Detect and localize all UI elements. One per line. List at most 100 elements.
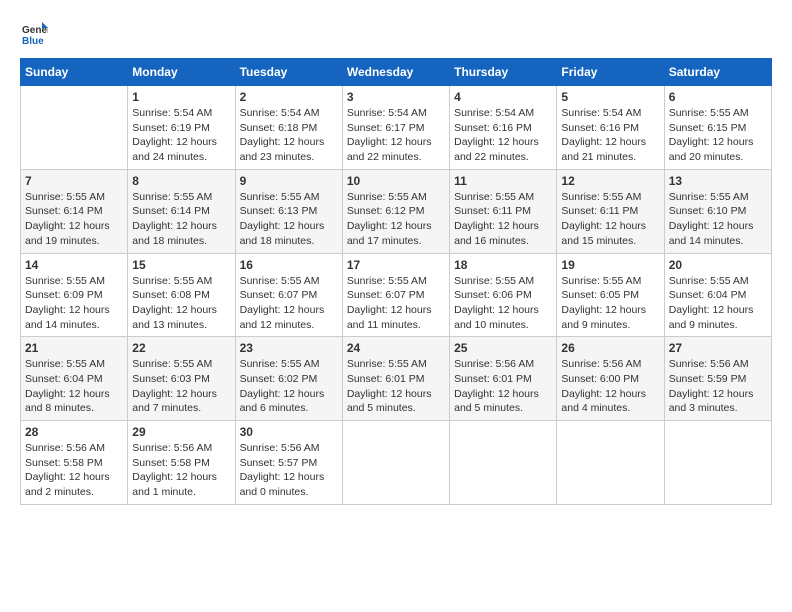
day-info: Sunrise: 5:55 AMSunset: 6:13 PMDaylight:… bbox=[240, 190, 338, 249]
calendar-cell: 27 Sunrise: 5:56 AMSunset: 5:59 PMDayligh… bbox=[664, 337, 771, 421]
day-info: Sunrise: 5:55 AMSunset: 6:12 PMDaylight:… bbox=[347, 190, 445, 249]
day-info: Sunrise: 5:54 AMSunset: 6:17 PMDaylight:… bbox=[347, 106, 445, 165]
day-info: Sunrise: 5:55 AMSunset: 6:02 PMDaylight:… bbox=[240, 357, 338, 416]
calendar-cell: 5 Sunrise: 5:54 AMSunset: 6:16 PMDaylight… bbox=[557, 86, 664, 170]
calendar-cell: 23 Sunrise: 5:55 AMSunset: 6:02 PMDayligh… bbox=[235, 337, 342, 421]
calendar-cell: 22 Sunrise: 5:55 AMSunset: 6:03 PMDayligh… bbox=[128, 337, 235, 421]
day-number: 12 bbox=[561, 174, 659, 188]
day-number: 3 bbox=[347, 90, 445, 104]
calendar-cell: 6 Sunrise: 5:55 AMSunset: 6:15 PMDaylight… bbox=[664, 86, 771, 170]
calendar-cell: 15 Sunrise: 5:55 AMSunset: 6:08 PMDayligh… bbox=[128, 253, 235, 337]
calendar-cell: 12 Sunrise: 5:55 AMSunset: 6:11 PMDayligh… bbox=[557, 169, 664, 253]
calendar-cell: 9 Sunrise: 5:55 AMSunset: 6:13 PMDaylight… bbox=[235, 169, 342, 253]
day-info: Sunrise: 5:55 AMSunset: 6:15 PMDaylight:… bbox=[669, 106, 767, 165]
calendar-cell bbox=[664, 421, 771, 505]
day-number: 18 bbox=[454, 258, 552, 272]
calendar-cell bbox=[21, 86, 128, 170]
day-number: 9 bbox=[240, 174, 338, 188]
day-number: 17 bbox=[347, 258, 445, 272]
day-info: Sunrise: 5:55 AMSunset: 6:05 PMDaylight:… bbox=[561, 274, 659, 333]
day-number: 1 bbox=[132, 90, 230, 104]
dow-header: Saturday bbox=[664, 59, 771, 86]
day-number: 27 bbox=[669, 341, 767, 355]
calendar-cell: 13 Sunrise: 5:55 AMSunset: 6:10 PMDayligh… bbox=[664, 169, 771, 253]
calendar-cell: 18 Sunrise: 5:55 AMSunset: 6:06 PMDayligh… bbox=[450, 253, 557, 337]
calendar-cell: 21 Sunrise: 5:55 AMSunset: 6:04 PMDayligh… bbox=[21, 337, 128, 421]
day-info: Sunrise: 5:56 AMSunset: 5:57 PMDaylight:… bbox=[240, 441, 338, 500]
day-number: 13 bbox=[669, 174, 767, 188]
day-info: Sunrise: 5:56 AMSunset: 6:00 PMDaylight:… bbox=[561, 357, 659, 416]
day-number: 2 bbox=[240, 90, 338, 104]
day-number: 7 bbox=[25, 174, 123, 188]
day-number: 20 bbox=[669, 258, 767, 272]
dow-header: Friday bbox=[557, 59, 664, 86]
calendar-cell: 29 Sunrise: 5:56 AMSunset: 5:58 PMDayligh… bbox=[128, 421, 235, 505]
day-info: Sunrise: 5:55 AMSunset: 6:14 PMDaylight:… bbox=[132, 190, 230, 249]
day-number: 25 bbox=[454, 341, 552, 355]
day-info: Sunrise: 5:55 AMSunset: 6:14 PMDaylight:… bbox=[25, 190, 123, 249]
day-number: 28 bbox=[25, 425, 123, 439]
day-info: Sunrise: 5:55 AMSunset: 6:03 PMDaylight:… bbox=[132, 357, 230, 416]
dow-header: Thursday bbox=[450, 59, 557, 86]
day-info: Sunrise: 5:55 AMSunset: 6:06 PMDaylight:… bbox=[454, 274, 552, 333]
calendar-cell: 16 Sunrise: 5:55 AMSunset: 6:07 PMDayligh… bbox=[235, 253, 342, 337]
day-info: Sunrise: 5:54 AMSunset: 6:16 PMDaylight:… bbox=[561, 106, 659, 165]
day-number: 5 bbox=[561, 90, 659, 104]
calendar-cell: 30 Sunrise: 5:56 AMSunset: 5:57 PMDayligh… bbox=[235, 421, 342, 505]
day-number: 15 bbox=[132, 258, 230, 272]
day-number: 6 bbox=[669, 90, 767, 104]
day-number: 16 bbox=[240, 258, 338, 272]
day-number: 8 bbox=[132, 174, 230, 188]
calendar-cell: 11 Sunrise: 5:55 AMSunset: 6:11 PMDayligh… bbox=[450, 169, 557, 253]
calendar-body: 1 Sunrise: 5:54 AMSunset: 6:19 PMDaylight… bbox=[21, 86, 772, 505]
day-info: Sunrise: 5:55 AMSunset: 6:11 PMDaylight:… bbox=[454, 190, 552, 249]
day-number: 22 bbox=[132, 341, 230, 355]
day-number: 29 bbox=[132, 425, 230, 439]
calendar-cell: 1 Sunrise: 5:54 AMSunset: 6:19 PMDaylight… bbox=[128, 86, 235, 170]
day-number: 26 bbox=[561, 341, 659, 355]
calendar-cell: 10Sunrise: 5:55 AMSunset: 6:12 PMDayligh… bbox=[342, 169, 449, 253]
calendar-header: SundayMondayTuesdayWednesdayThursdayFrid… bbox=[21, 59, 772, 86]
day-number: 24 bbox=[347, 341, 445, 355]
day-number: 30 bbox=[240, 425, 338, 439]
calendar-cell: 17 Sunrise: 5:55 AMSunset: 6:07 PMDayligh… bbox=[342, 253, 449, 337]
calendar-cell bbox=[450, 421, 557, 505]
day-info: Sunrise: 5:55 AMSunset: 6:04 PMDaylight:… bbox=[25, 357, 123, 416]
dow-header: Wednesday bbox=[342, 59, 449, 86]
logo: General Blue bbox=[20, 20, 52, 48]
day-info: Sunrise: 5:55 AMSunset: 6:07 PMDaylight:… bbox=[240, 274, 338, 333]
day-number: 21 bbox=[25, 341, 123, 355]
day-info: Sunrise: 5:56 AMSunset: 5:59 PMDaylight:… bbox=[669, 357, 767, 416]
day-number: 11 bbox=[454, 174, 552, 188]
calendar-cell: 3 Sunrise: 5:54 AMSunset: 6:17 PMDaylight… bbox=[342, 86, 449, 170]
day-info: Sunrise: 5:56 AMSunset: 5:58 PMDaylight:… bbox=[25, 441, 123, 500]
calendar-cell: 24Sunrise: 5:55 AMSunset: 6:01 PMDayligh… bbox=[342, 337, 449, 421]
dow-header: Tuesday bbox=[235, 59, 342, 86]
day-number: 14 bbox=[25, 258, 123, 272]
dow-header: Monday bbox=[128, 59, 235, 86]
day-info: Sunrise: 5:55 AMSunset: 6:11 PMDaylight:… bbox=[561, 190, 659, 249]
day-number: 23 bbox=[240, 341, 338, 355]
calendar-cell: 2 Sunrise: 5:54 AMSunset: 6:18 PMDaylight… bbox=[235, 86, 342, 170]
day-info: Sunrise: 5:56 AMSunset: 6:01 PMDaylight:… bbox=[454, 357, 552, 416]
day-number: 19 bbox=[561, 258, 659, 272]
day-info: Sunrise: 5:56 AMSunset: 5:58 PMDaylight:… bbox=[132, 441, 230, 500]
calendar-cell bbox=[557, 421, 664, 505]
calendar-cell: 25 Sunrise: 5:56 AMSunset: 6:01 PMDayligh… bbox=[450, 337, 557, 421]
day-info: Sunrise: 5:55 AMSunset: 6:07 PMDaylight:… bbox=[347, 274, 445, 333]
day-number: 4 bbox=[454, 90, 552, 104]
calendar-cell: 26 Sunrise: 5:56 AMSunset: 6:00 PMDayligh… bbox=[557, 337, 664, 421]
day-info: Sunrise: 5:55 AMSunset: 6:08 PMDaylight:… bbox=[132, 274, 230, 333]
calendar-cell: 8 Sunrise: 5:55 AMSunset: 6:14 PMDaylight… bbox=[128, 169, 235, 253]
day-info: Sunrise: 5:54 AMSunset: 6:18 PMDaylight:… bbox=[240, 106, 338, 165]
calendar-cell: 4 Sunrise: 5:54 AMSunset: 6:16 PMDaylight… bbox=[450, 86, 557, 170]
calendar-cell: 14 Sunrise: 5:55 AMSunset: 6:09 PMDayligh… bbox=[21, 253, 128, 337]
day-info: Sunrise: 5:54 AMSunset: 6:16 PMDaylight:… bbox=[454, 106, 552, 165]
day-info: Sunrise: 5:54 AMSunset: 6:19 PMDaylight:… bbox=[132, 106, 230, 165]
day-info: Sunrise: 5:55 AMSunset: 6:04 PMDaylight:… bbox=[669, 274, 767, 333]
calendar-cell: 28 Sunrise: 5:56 AMSunset: 5:58 PMDayligh… bbox=[21, 421, 128, 505]
day-info: Sunrise: 5:55 AMSunset: 6:09 PMDaylight:… bbox=[25, 274, 123, 333]
day-info: Sunrise: 5:55 AMSunset: 6:10 PMDaylight:… bbox=[669, 190, 767, 249]
logo-icon: General Blue bbox=[20, 20, 48, 48]
calendar-table: SundayMondayTuesdayWednesdayThursdayFrid… bbox=[20, 58, 772, 505]
